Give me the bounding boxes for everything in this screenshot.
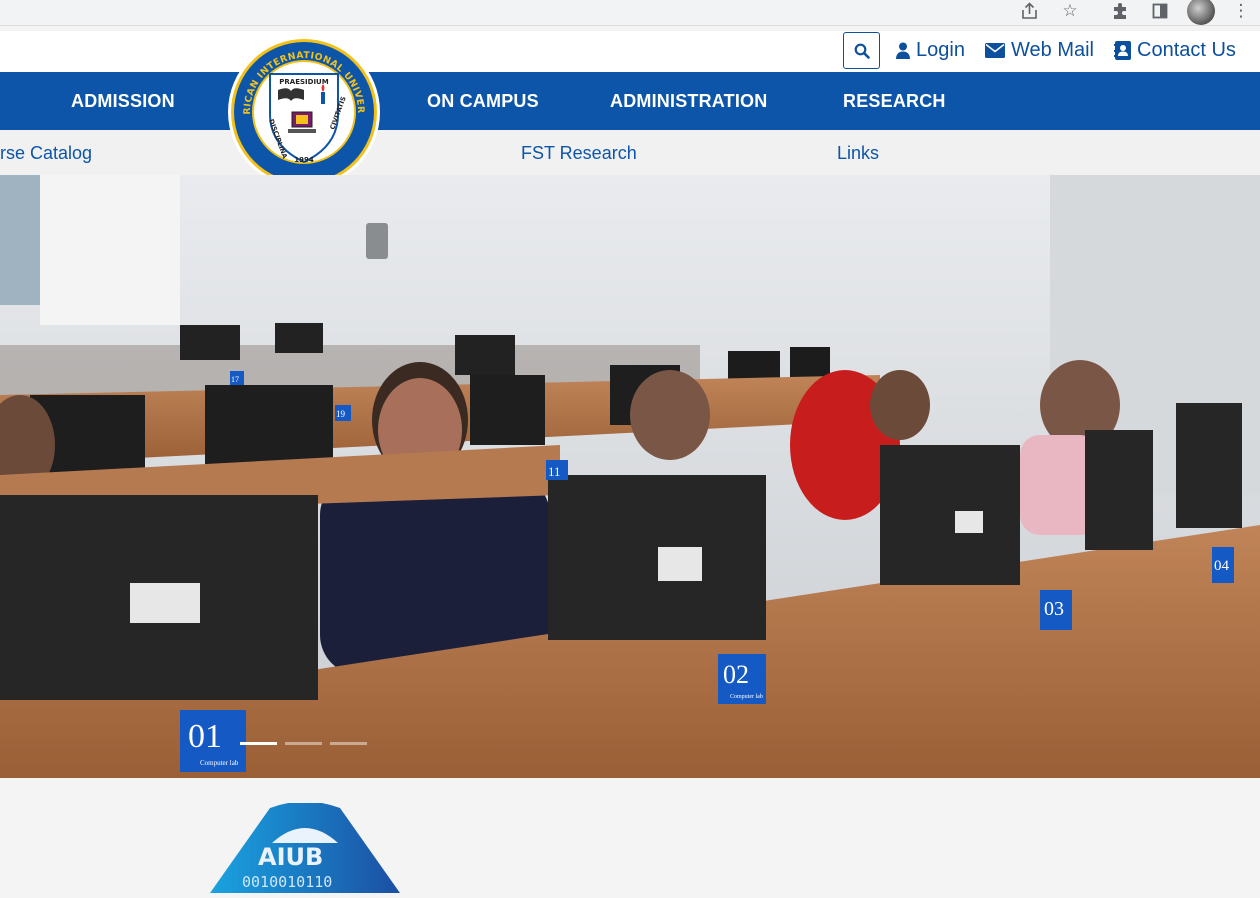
svg-text:17: 17	[231, 375, 239, 384]
aiub-logo-binary: 0010010110	[242, 873, 332, 891]
more-menu-icon[interactable]: ⋮	[1230, 0, 1252, 22]
subnav-fst-research[interactable]: FST Research	[521, 143, 637, 164]
desk-plaque-03: 03	[1040, 590, 1072, 630]
logo-lamp-icon	[321, 84, 325, 104]
svg-text:Computer lab: Computer lab	[200, 759, 239, 767]
share-icon[interactable]	[1019, 0, 1041, 22]
svg-text:03: 03	[1044, 598, 1064, 620]
university-logo[interactable]: AMERICAN INTERNATIONAL UNIVERSITY BANGLA…	[221, 26, 382, 190]
webmail-link[interactable]: Web Mail	[985, 39, 1094, 62]
svg-text:01: 01	[188, 718, 222, 755]
webmail-label: Web Mail	[1011, 39, 1094, 61]
nav-research[interactable]: RESEARCH	[843, 91, 946, 112]
search-button[interactable]	[843, 32, 880, 69]
star-icon[interactable]: ☆	[1059, 0, 1081, 22]
desk-plaque-17: 17	[230, 371, 244, 385]
carousel-indicator-2[interactable]	[285, 742, 322, 745]
logo-computer-icon	[288, 111, 316, 133]
utility-bar: Login Web Mail Contact Us	[0, 31, 1260, 72]
address-book-icon	[1114, 41, 1131, 60]
aiub-research-logo[interactable]: AIUB 0010010110	[210, 801, 400, 893]
login-label: Login	[916, 39, 965, 61]
aiub-logo-text: AIUB	[258, 843, 323, 871]
hero-carousel[interactable]: 01 Computer lab 02 Computer lab 03 04 11…	[0, 175, 1260, 778]
svg-text:04: 04	[1214, 558, 1230, 574]
main-nav: ADMISSION ON CAMPUS ADMINISTRATION RESEA…	[0, 72, 1260, 130]
svg-text:02: 02	[723, 660, 749, 689]
hero-slide-image: 01 Computer lab 02 Computer lab 03 04 11…	[0, 175, 1260, 778]
extensions-icon[interactable]	[1109, 0, 1131, 22]
envelope-icon	[985, 43, 1005, 58]
nav-administration[interactable]: ADMINISTRATION	[610, 91, 767, 112]
browser-toolbar: ☆ ⋮	[0, 0, 1260, 26]
search-icon	[854, 43, 870, 59]
carousel-indicator-1[interactable]	[240, 742, 277, 745]
logo-year: 1994	[294, 156, 314, 164]
logo-motto-top: PRAESIDIUM	[279, 78, 328, 86]
svg-text:19: 19	[336, 409, 346, 419]
login-link[interactable]: Login	[896, 39, 965, 62]
svg-text:Computer lab: Computer lab	[730, 694, 763, 700]
side-panel-icon[interactable]	[1149, 0, 1171, 22]
desk-plaque-04: 04	[1212, 547, 1234, 583]
contact-label: Contact Us	[1137, 39, 1236, 61]
subnav-course-catalog[interactable]: rse Catalog	[0, 143, 92, 164]
desk-plaque-19: 19	[335, 405, 351, 421]
profile-avatar[interactable]	[1187, 0, 1215, 25]
carousel-indicators	[240, 742, 367, 745]
nav-on-campus[interactable]: ON CAMPUS	[427, 91, 539, 112]
subnav-links[interactable]: Links	[837, 143, 879, 164]
carousel-indicator-3[interactable]	[330, 742, 367, 745]
user-icon	[896, 42, 910, 59]
desk-plaque-02: 02 Computer lab	[718, 654, 766, 704]
desk-plaque-01: 01 Computer lab	[180, 710, 246, 772]
nav-admission[interactable]: ADMISSION	[71, 91, 175, 112]
desk-plaque-11: 11	[546, 460, 568, 480]
sub-nav: rse Catalog FST Research Links	[0, 130, 1260, 176]
wall-speaker	[366, 223, 388, 259]
contact-link[interactable]: Contact Us	[1114, 39, 1236, 62]
svg-text:11: 11	[548, 464, 561, 479]
